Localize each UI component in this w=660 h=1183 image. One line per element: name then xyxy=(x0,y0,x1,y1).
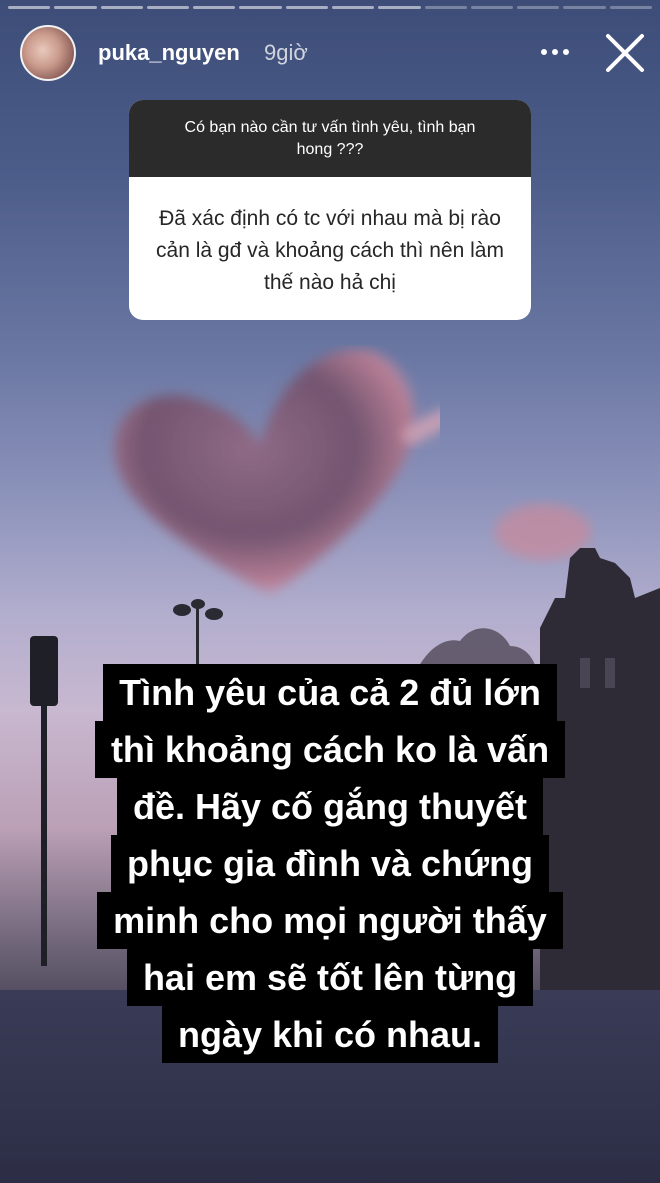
answer-line: minh cho mọi người thấy xyxy=(97,892,563,949)
progress-segment xyxy=(54,6,97,9)
answer-line: thì khoảng cách ko là vấn xyxy=(94,721,566,778)
progress-segment xyxy=(563,6,606,9)
progress-segment xyxy=(146,6,190,9)
progress-segment xyxy=(331,6,375,9)
story-progress-bar xyxy=(8,6,652,10)
username[interactable]: puka_nguyen xyxy=(98,40,240,66)
progress-segment xyxy=(517,6,560,9)
answer-text-block: Tình yêu của cả 2 đủ lớn thì khoảng cách… xyxy=(0,664,660,1063)
progress-segment xyxy=(470,6,514,9)
answer-line: phục gia đình và chứng xyxy=(110,835,550,892)
question-prompt: Có bạn nào cần tư vấn tình yêu, tình bạn… xyxy=(129,100,531,177)
heart-cloud-image xyxy=(114,349,440,595)
progress-segment xyxy=(100,6,143,9)
answer-line: đề. Hãy cố gắng thuyết xyxy=(116,778,544,835)
street-lamp-silhouette xyxy=(173,599,223,670)
progress-segment xyxy=(239,6,282,9)
question-sticker[interactable]: Có bạn nào cần tư vấn tình yêu, tình bạn… xyxy=(129,100,531,320)
progress-segment xyxy=(609,6,652,9)
progress-segment xyxy=(193,6,236,9)
answer-line: ngày khi có nhau. xyxy=(161,1006,499,1063)
avatar[interactable] xyxy=(20,25,76,81)
post-time: 9giờ xyxy=(264,40,308,65)
question-text: Đã xác định có tc với nhau mà bị rào cản… xyxy=(156,207,504,294)
progress-segment xyxy=(378,6,421,9)
close-icon[interactable] xyxy=(604,32,646,74)
answer-line: Tình yêu của cả 2 đủ lớn xyxy=(103,664,557,721)
answer-line: hai em sẽ tốt lên từng xyxy=(126,949,534,1006)
progress-segment xyxy=(285,6,328,9)
more-horizontal-icon[interactable] xyxy=(538,38,572,66)
progress-segment xyxy=(8,6,51,9)
progress-segment xyxy=(424,6,467,9)
